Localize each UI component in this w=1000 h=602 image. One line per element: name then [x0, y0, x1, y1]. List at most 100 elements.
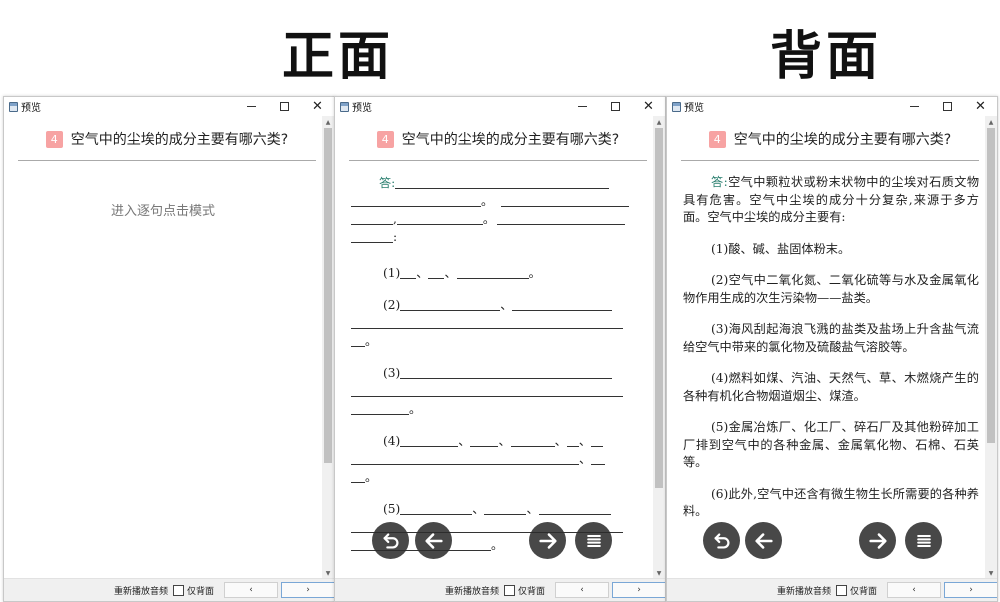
question-header: 4 空气中的尘埃的成分主要有哪六类? [679, 126, 981, 152]
checkbox-box[interactable] [173, 584, 185, 596]
minimize-button[interactable] [566, 97, 599, 116]
card-content: 4 空气中的尘埃的成分主要有哪六类? 答: 。 ,。 : (1)、、。 (2)、… [335, 116, 653, 579]
window-title: 预览 [21, 103, 41, 114]
scroll-thumb[interactable] [987, 128, 995, 443]
maximize-button[interactable] [599, 97, 632, 116]
undo-icon [382, 532, 398, 549]
undo-icon [713, 532, 729, 549]
back-heading: 背面 [770, 27, 883, 87]
maximize-icon [611, 102, 620, 111]
replay-audio-button[interactable]: 重新播放音频 [777, 584, 831, 597]
back-only-checkbox[interactable]: 仅背面 [836, 584, 877, 597]
close-button[interactable]: ✕ [301, 97, 334, 116]
answer-item-5: (5)金属冶炼厂、化工厂、碎石厂及其他粉碎加工厂排到空气中的各种金属、金属氧化物… [683, 420, 979, 469]
menu-button[interactable] [575, 522, 612, 559]
answer-item-2: (2)空气中二氧化氮、二氧化硫等与水及金属氧化物作用生成的次生污染物——盐类。 [683, 273, 979, 305]
minimize-button[interactable] [235, 97, 268, 116]
preview-window-cloze: 预览 ✕ 4 空气中的尘埃的成分主要有哪六类? 答: 。 ,。 : (1)、、。… [334, 96, 666, 602]
app-icon [340, 101, 349, 112]
answer-item-4: (4)燃料如煤、汽油、天然气、草、木燃烧产生的各种有机化合物烟道烟尘、煤渣。 [683, 371, 979, 403]
prev-card-button[interactable]: ‹ [887, 582, 941, 598]
maximize-icon [280, 102, 289, 111]
back-only-label: 仅背面 [518, 586, 546, 597]
title-bar: 预览 ✕ [335, 97, 665, 116]
title-bar: 预览 ✕ [667, 97, 997, 116]
menu-button[interactable] [905, 522, 942, 559]
scroll-thumb[interactable] [655, 128, 663, 488]
blank[interactable] [497, 212, 626, 225]
prev-card-button[interactable]: ‹ [555, 582, 609, 598]
divider [18, 160, 316, 161]
back-only-label: 仅背面 [187, 586, 215, 597]
question-text: 空气中的尘埃的成分主要有哪六类? [733, 132, 952, 148]
replay-audio-button[interactable]: 重新播放音频 [445, 584, 499, 597]
next-card-button[interactable]: › [281, 582, 334, 598]
blank[interactable] [395, 176, 610, 189]
back-only-checkbox[interactable]: 仅背面 [173, 584, 214, 597]
arrow-left-icon [754, 532, 773, 549]
bottom-toolbar: 重新播放音频 仅背面 ‹ › [335, 578, 665, 601]
close-button[interactable]: ✕ [964, 97, 997, 116]
vertical-scrollbar[interactable]: ▲ ▼ [985, 116, 997, 579]
window-title: 预览 [352, 103, 372, 114]
close-icon: ✕ [312, 99, 323, 114]
previous-sentence-button[interactable] [745, 522, 782, 559]
maximize-button[interactable] [268, 97, 301, 116]
answer-intro: 答:空气中颗粒状或粉末状物中的尘埃对石质文物具有危害。空气中尘埃的成分十分复杂,… [683, 175, 980, 224]
question-number-badge: 4 [45, 130, 63, 148]
minimize-button[interactable] [898, 97, 931, 116]
next-sentence-button[interactable] [859, 522, 896, 559]
app-icon [9, 101, 18, 112]
scroll-up-arrow[interactable]: ▲ [653, 116, 665, 128]
previous-sentence-button[interactable] [415, 522, 452, 559]
answer-item-3: (3)海风刮起海浪飞溅的盐类及盐场上升含盐气流给空气中带来的氯化物及硫酸盐气溶胶… [683, 322, 979, 354]
replay-audio-button[interactable]: 重新播放音频 [114, 584, 168, 597]
app-icon [672, 101, 681, 112]
cloze-intro: 答: 。 ,。 : [351, 174, 647, 246]
question-header: 4 空气中的尘埃的成分主要有哪六类? [347, 126, 649, 152]
minimize-icon [247, 106, 256, 107]
cloze-item: (3) 。 [351, 364, 647, 418]
blank[interactable] [501, 194, 630, 207]
back-only-checkbox[interactable]: 仅背面 [504, 584, 545, 597]
scroll-thumb[interactable] [324, 128, 332, 463]
arrow-right-icon [538, 532, 557, 549]
question-number-badge: 4 [376, 130, 394, 148]
prev-card-button[interactable]: ‹ [224, 582, 278, 598]
answer-item-1: (1)酸、碱、盐固体粉末。 [711, 241, 851, 256]
divider [681, 160, 979, 161]
minimize-icon [578, 106, 587, 107]
checkbox-box[interactable] [504, 584, 516, 596]
next-card-button[interactable]: › [612, 582, 665, 598]
vertical-scrollbar[interactable]: ▲ ▼ [653, 116, 665, 579]
scroll-up-arrow[interactable]: ▲ [322, 116, 334, 128]
card-content: 4 空气中的尘埃的成分主要有哪六类? 进入逐句点击模式 [4, 116, 322, 579]
back-only-label: 仅背面 [850, 586, 878, 597]
question-text: 空气中的尘埃的成分主要有哪六类? [401, 132, 620, 148]
next-card-button[interactable]: › [944, 582, 997, 598]
title-bar: 预览 ✕ [4, 97, 334, 116]
blank[interactable] [396, 212, 483, 225]
preview-window-front: 预览 ✕ 4 空气中的尘埃的成分主要有哪六类? 进入逐句点击模式 ▲ ▼ 重新播… [3, 96, 335, 602]
next-sentence-button[interactable] [529, 522, 566, 559]
close-icon: ✕ [643, 99, 654, 114]
close-button[interactable]: ✕ [632, 97, 665, 116]
undo-button[interactable] [372, 522, 409, 559]
maximize-button[interactable] [931, 97, 964, 116]
bottom-toolbar: 重新播放音频 仅背面 ‹ › [4, 578, 334, 601]
card-content: 4 空气中的尘埃的成分主要有哪六类? 答:空气中颗粒状或粉末状物中的尘埃对石质文… [667, 116, 985, 579]
question-number-badge: 4 [708, 130, 726, 148]
blank[interactable] [351, 230, 393, 243]
vertical-scrollbar[interactable]: ▲ ▼ [322, 116, 334, 579]
scroll-up-arrow[interactable]: ▲ [985, 116, 997, 128]
minimize-icon [910, 106, 919, 107]
undo-button[interactable] [703, 522, 740, 559]
divider [349, 160, 647, 161]
close-icon: ✕ [975, 99, 986, 114]
blank[interactable] [351, 194, 481, 207]
blank[interactable] [351, 212, 393, 225]
question-header: 4 空气中的尘埃的成分主要有哪六类? [16, 126, 318, 152]
menu-icon [916, 534, 931, 547]
click-mode-link[interactable]: 进入逐句点击模式 [4, 200, 322, 219]
checkbox-box[interactable] [836, 584, 848, 596]
